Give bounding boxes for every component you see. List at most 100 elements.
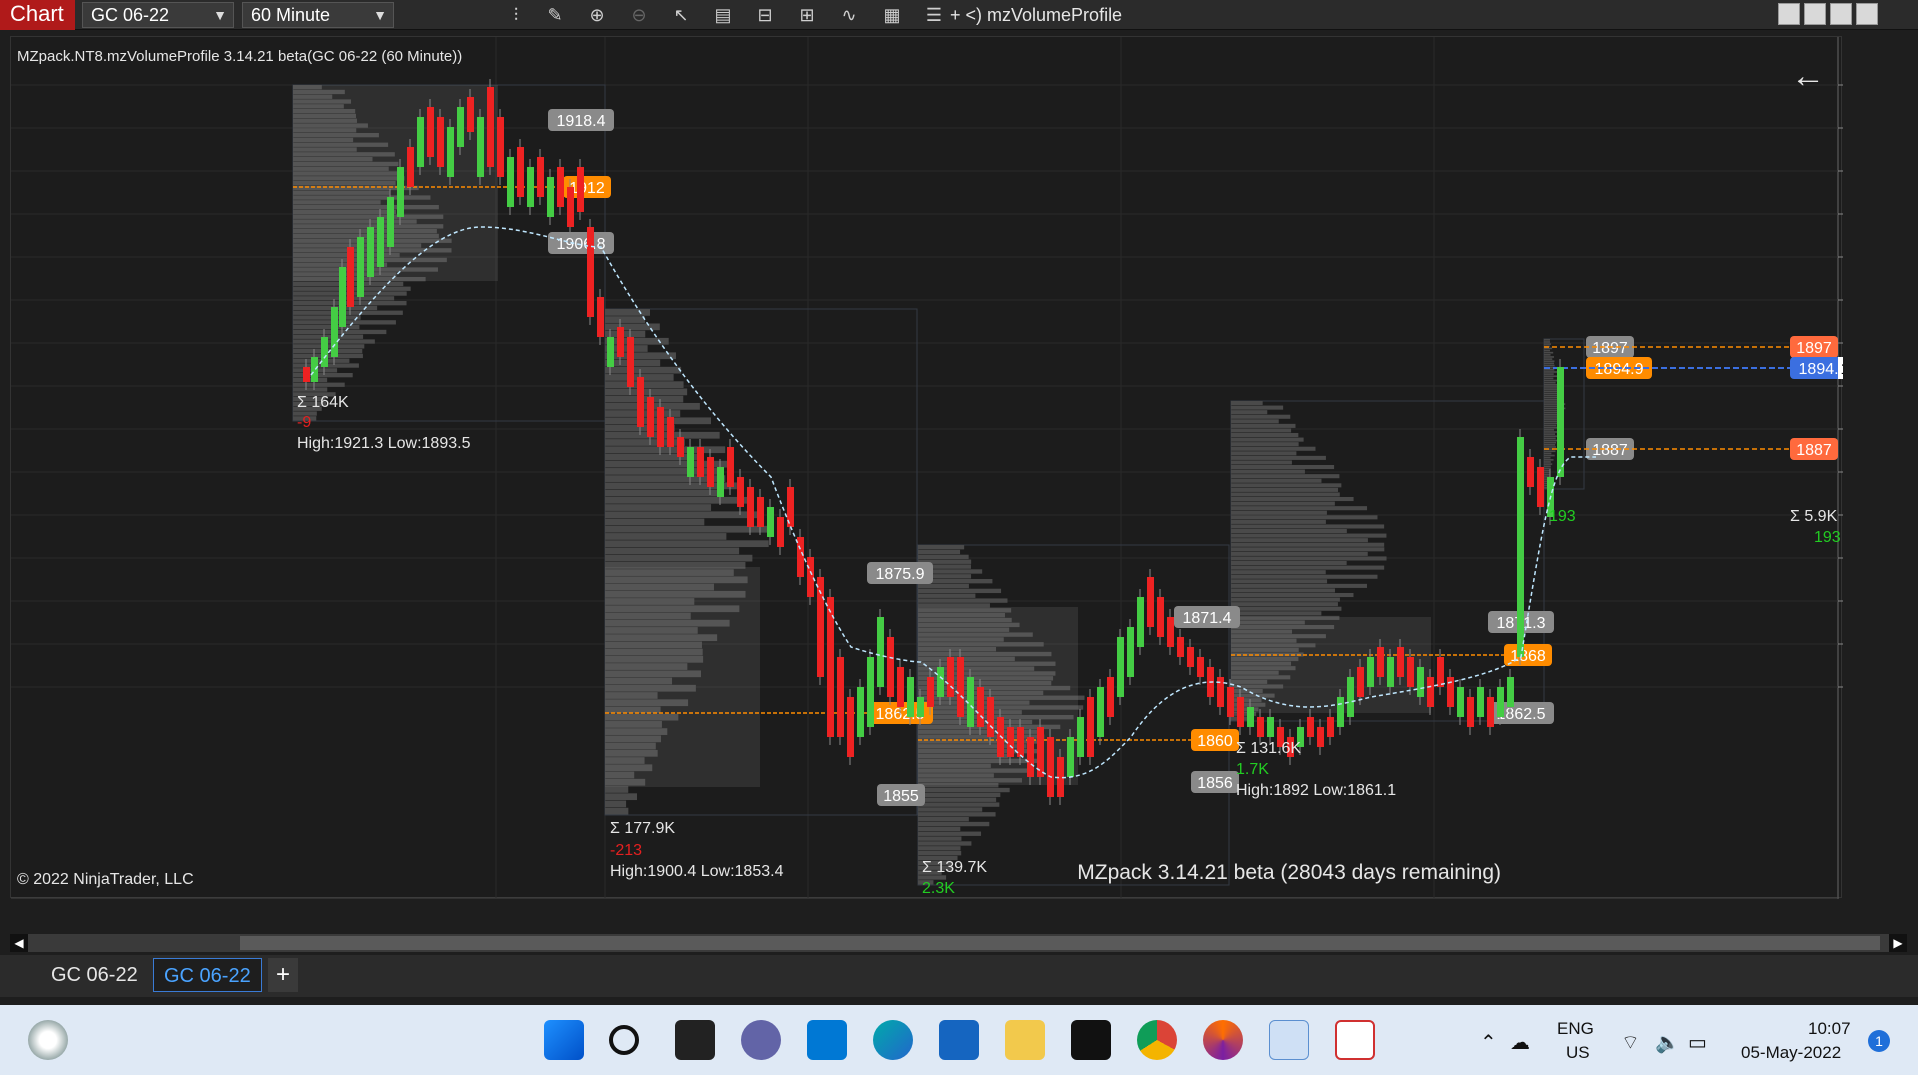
- sticky-notes-icon[interactable]: [1071, 1020, 1111, 1060]
- profile-4-delta: 1.7K: [1236, 761, 1269, 778]
- candle-body: [537, 157, 544, 197]
- profile-3-delta: 2.3K: [922, 880, 955, 897]
- candle-body: [477, 117, 484, 177]
- volume-bar: [293, 315, 361, 320]
- candle-body: [1097, 687, 1104, 737]
- zoom-in-icon[interactable]: ⊕: [585, 3, 609, 27]
- candle-body: [1367, 657, 1374, 687]
- browser-icon[interactable]: [1203, 1020, 1243, 1060]
- indicators-icon[interactable]: ∿: [837, 3, 861, 27]
- volume-bar: [1231, 551, 1368, 556]
- volume-bar: [1231, 529, 1347, 534]
- candle-body: [1537, 467, 1544, 507]
- window-tile-button[interactable]: [1778, 3, 1800, 25]
- battery-icon[interactable]: ▭: [1688, 1030, 1707, 1055]
- volume-bar: [605, 547, 740, 555]
- profile-2-high-label: 1875.9: [876, 566, 925, 583]
- volume-bar: [1231, 401, 1263, 406]
- horizontal-scrollbar[interactable]: ◀ ▶: [10, 934, 1907, 952]
- volume-bar: [1231, 556, 1387, 561]
- templates-icon[interactable]: ⊟: [753, 3, 777, 27]
- image-viewer-icon[interactable]: [1269, 1020, 1309, 1060]
- candle-body: [1337, 697, 1344, 727]
- volume-bar: [1544, 358, 1553, 360]
- minimize-button[interactable]: [1804, 3, 1826, 25]
- volume-bar: [1544, 339, 1550, 341]
- volume-bar: [1544, 381, 1556, 384]
- notification-badge[interactable]: 1: [1868, 1030, 1890, 1052]
- pointer-icon[interactable]: ↖: [669, 3, 693, 27]
- close-button[interactable]: [1856, 3, 1878, 25]
- candle-body: [447, 127, 454, 177]
- interval-selector[interactable]: 60 Minute ▼: [242, 2, 394, 28]
- language-bottom[interactable]: US: [1566, 1043, 1590, 1063]
- indicator-label[interactable]: + <) mzVolumeProfile: [950, 3, 1122, 27]
- volume-icon[interactable]: 🔈: [1655, 1030, 1680, 1055]
- volume-bar: [1231, 410, 1268, 415]
- candle-body: [877, 617, 884, 687]
- data-box-icon[interactable]: ▤: [711, 3, 735, 27]
- windows-taskbar: ⌃ ☁ ENG US ⌔ 🔈 ▭ 10:07 05-May-2022 1: [0, 1005, 1918, 1075]
- show-hidden-icons-icon[interactable]: ⌃: [1480, 1030, 1497, 1055]
- language-top[interactable]: ENG: [1557, 1019, 1594, 1039]
- candle-body: [947, 657, 954, 697]
- candle-body: [1137, 597, 1144, 647]
- volume-bar: [1231, 588, 1335, 593]
- candle-body: [331, 307, 338, 357]
- volume-bar: [1231, 469, 1305, 474]
- volume-bar: [1231, 611, 1322, 616]
- candle-body: [737, 477, 744, 507]
- strategies-icon[interactable]: ⊞: [795, 3, 819, 27]
- volume-bar: [1231, 538, 1368, 543]
- candle-body: [457, 107, 464, 147]
- volume-bar: [1231, 597, 1340, 602]
- instrument-selector[interactable]: GC 06-22 ▼: [82, 2, 234, 28]
- volume-bar: [918, 807, 983, 812]
- chart-menu-button[interactable]: Chart: [0, 0, 75, 30]
- chart-toolbar: Chart GC 06-22 ▼ 60 Minute ▼ ⫶ ✎ ⊕ ⊖ ↖ ▤…: [0, 0, 1918, 30]
- volume-bar: [1544, 375, 1559, 378]
- volume-bar: [1231, 510, 1327, 515]
- teams-chat-icon[interactable]: [741, 1020, 781, 1060]
- weather-icon[interactable]: [28, 1020, 68, 1060]
- mail-icon[interactable]: [939, 1020, 979, 1060]
- zoom-out-icon[interactable]: ⊖: [627, 3, 651, 27]
- scrollbar-thumb[interactable]: [240, 936, 1880, 950]
- volume-bar: [605, 800, 627, 808]
- volume-bar: [605, 489, 720, 497]
- chart-panel[interactable]: 1920.01915.01910.01905.01900.01895.01890…: [10, 36, 1843, 899]
- volume-bar: [1544, 446, 1556, 448]
- volume-bar: [918, 812, 996, 817]
- bar-type-icon[interactable]: ⫶: [504, 3, 528, 27]
- candle-body: [1117, 637, 1124, 697]
- scroll-right-icon[interactable]: ▶: [1889, 934, 1907, 952]
- edge-icon[interactable]: [873, 1020, 913, 1060]
- back-arrow-icon[interactable]: ←: [1791, 57, 1825, 96]
- properties-icon[interactable]: ▦: [880, 3, 904, 27]
- tab-gc-06-22-first[interactable]: GC 06-22: [41, 958, 148, 992]
- chrome-icon[interactable]: [1137, 1020, 1177, 1060]
- clock-date[interactable]: 05-May-2022: [1741, 1043, 1841, 1063]
- list-icon[interactable]: ☰: [922, 3, 946, 27]
- add-tab-button[interactable]: +: [268, 958, 298, 992]
- onedrive-icon[interactable]: ☁: [1510, 1030, 1530, 1055]
- profile-2-range: High:1900.4 Low:1853.4: [610, 863, 784, 880]
- ninjatrader-icon[interactable]: [1335, 1020, 1375, 1060]
- volume-bar: [1544, 396, 1559, 399]
- tab-gc-06-22-active[interactable]: GC 06-22: [153, 958, 262, 992]
- scroll-left-icon[interactable]: ◀: [10, 934, 28, 952]
- wifi-icon[interactable]: ⌔: [1621, 1030, 1640, 1055]
- volume-bar: [1544, 471, 1550, 474]
- draw-tool-icon[interactable]: ✎: [543, 3, 567, 27]
- search-icon[interactable]: [609, 1025, 639, 1055]
- start-icon[interactable]: [544, 1020, 584, 1060]
- candle-body: [1417, 667, 1424, 697]
- task-view-icon[interactable]: [675, 1020, 715, 1060]
- restore-button[interactable]: [1830, 3, 1852, 25]
- chart-tabs: GC 06-22 GC 06-22 +: [0, 955, 1918, 997]
- microsoft-store-icon[interactable]: [807, 1020, 847, 1060]
- clock-time[interactable]: 10:07: [1808, 1019, 1851, 1039]
- volume-bar: [293, 377, 328, 383]
- profile-4-sum: Σ 131.6K: [1236, 740, 1302, 757]
- file-explorer-icon[interactable]: [1005, 1020, 1045, 1060]
